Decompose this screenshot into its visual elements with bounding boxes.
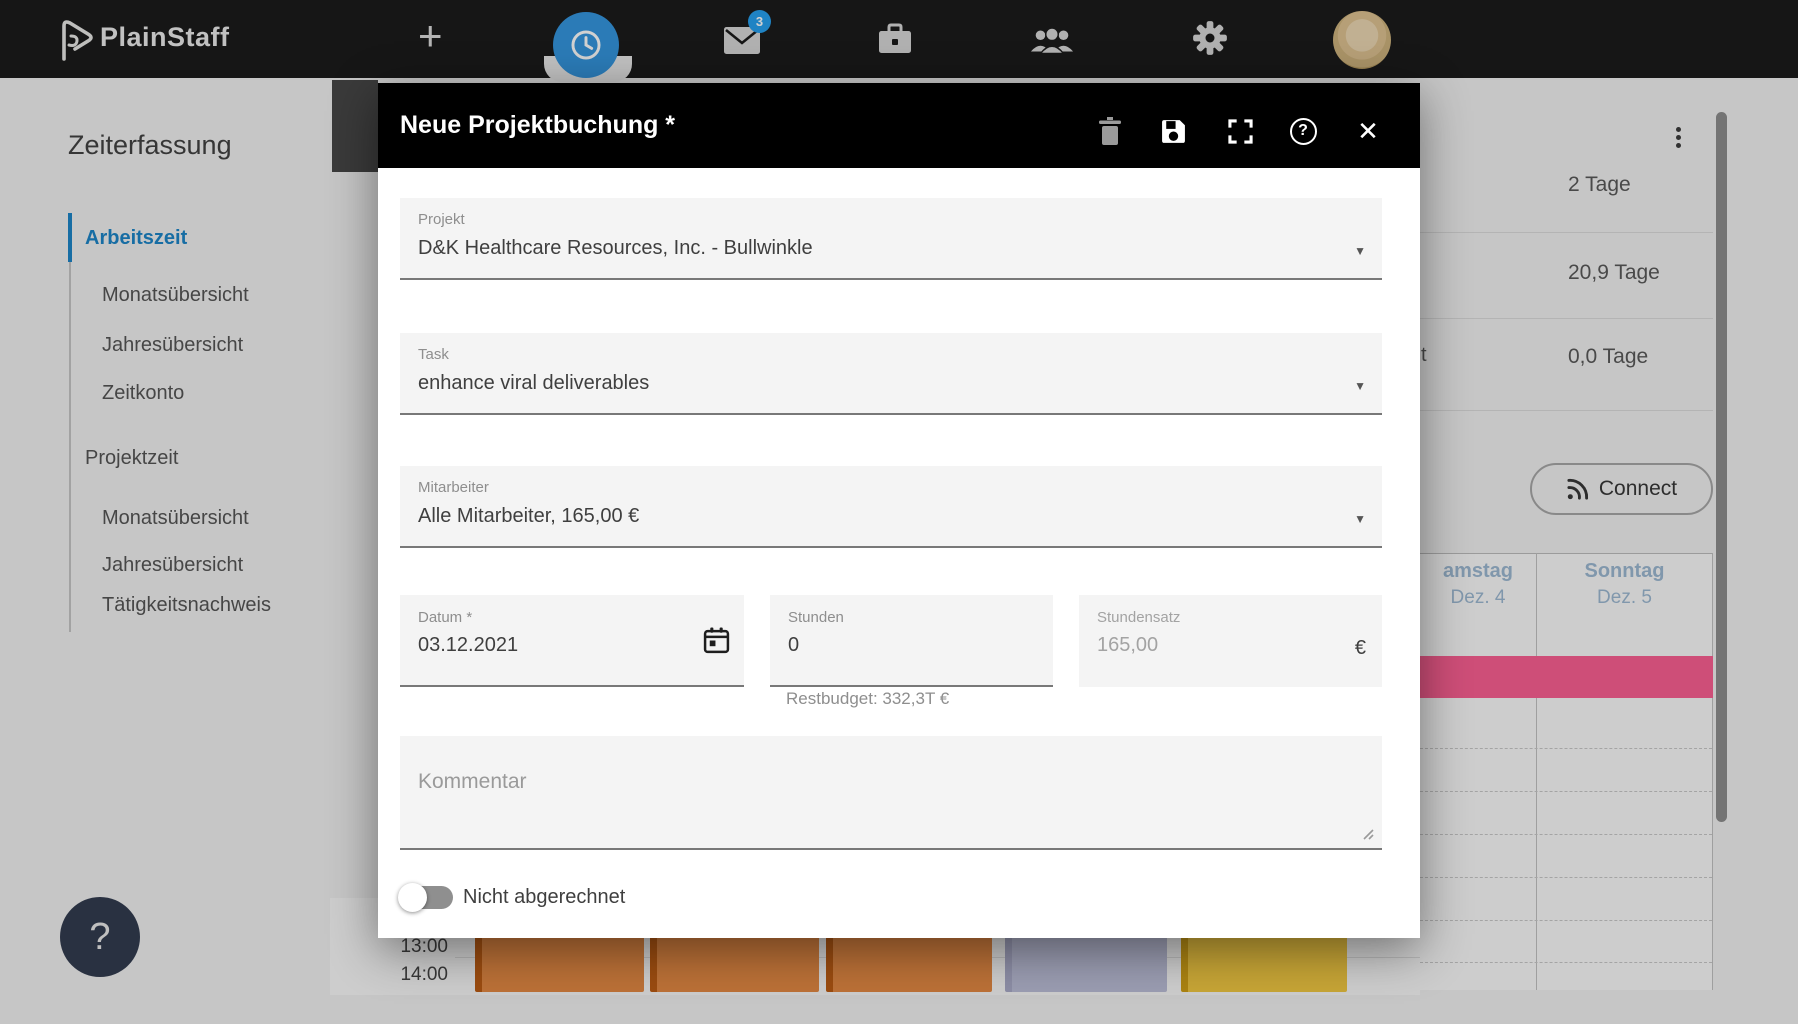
dialog-header: Neue Projektbuchung * ? ✕: [378, 83, 1420, 168]
resize-handle-icon[interactable]: [1361, 827, 1374, 840]
save-button[interactable]: [1153, 111, 1193, 151]
app-root: PlainStaff + 3: [0, 0, 1798, 1024]
stunden-field: Stunden: [770, 595, 1053, 687]
chevron-down-icon: ▼: [1354, 512, 1366, 526]
mitarbeiter-value: Alle Mitarbeiter, 165,00 €: [418, 505, 1364, 528]
chevron-down-icon: ▼: [1354, 379, 1366, 393]
mitarbeiter-label: Mitarbeiter: [418, 479, 1364, 496]
datum-field: Datum *: [400, 595, 744, 687]
stundensatz-input: [1097, 634, 1337, 657]
euro-suffix: €: [1355, 637, 1366, 660]
calendar-icon[interactable]: [703, 627, 730, 654]
datum-label: Datum *: [418, 609, 726, 626]
help-button[interactable]: ?: [1283, 111, 1323, 151]
kommentar-textarea[interactable]: [400, 736, 1382, 848]
kommentar-field: [400, 736, 1382, 850]
stunden-input[interactable]: [788, 634, 1010, 657]
stundensatz-field: Stundensatz €: [1079, 595, 1382, 687]
task-value: enhance viral deliverables: [418, 372, 1364, 395]
mitarbeiter-select[interactable]: Mitarbeiter Alle Mitarbeiter, 165,00 € ▼: [400, 466, 1382, 548]
restbudget-helper: Restbudget: 332,3T €: [786, 689, 949, 709]
chevron-down-icon: ▼: [1354, 244, 1366, 258]
stunden-label: Stunden: [788, 609, 1035, 626]
task-select[interactable]: Task enhance viral deliverables ▼: [400, 333, 1382, 415]
projekt-label: Projekt: [418, 211, 1364, 228]
toggle-knob[interactable]: [398, 883, 427, 912]
datum-input[interactable]: [418, 634, 695, 657]
neue-projektbuchung-dialog: Neue Projektbuchung * ? ✕ Projekt D&K He…: [378, 83, 1420, 938]
dialog-title: Neue Projektbuchung *: [400, 83, 675, 168]
projekt-value: D&K Healthcare Resources, Inc. - Bullwin…: [418, 237, 1364, 260]
close-button[interactable]: ✕: [1348, 111, 1388, 151]
toggle-label: Nicht abgerechnet: [463, 886, 625, 909]
task-label: Task: [418, 346, 1364, 363]
delete-button[interactable]: [1090, 111, 1130, 151]
stundensatz-label: Stundensatz: [1097, 609, 1364, 626]
projekt-select[interactable]: Projekt D&K Healthcare Resources, Inc. -…: [400, 198, 1382, 280]
fullscreen-button[interactable]: [1220, 111, 1260, 151]
